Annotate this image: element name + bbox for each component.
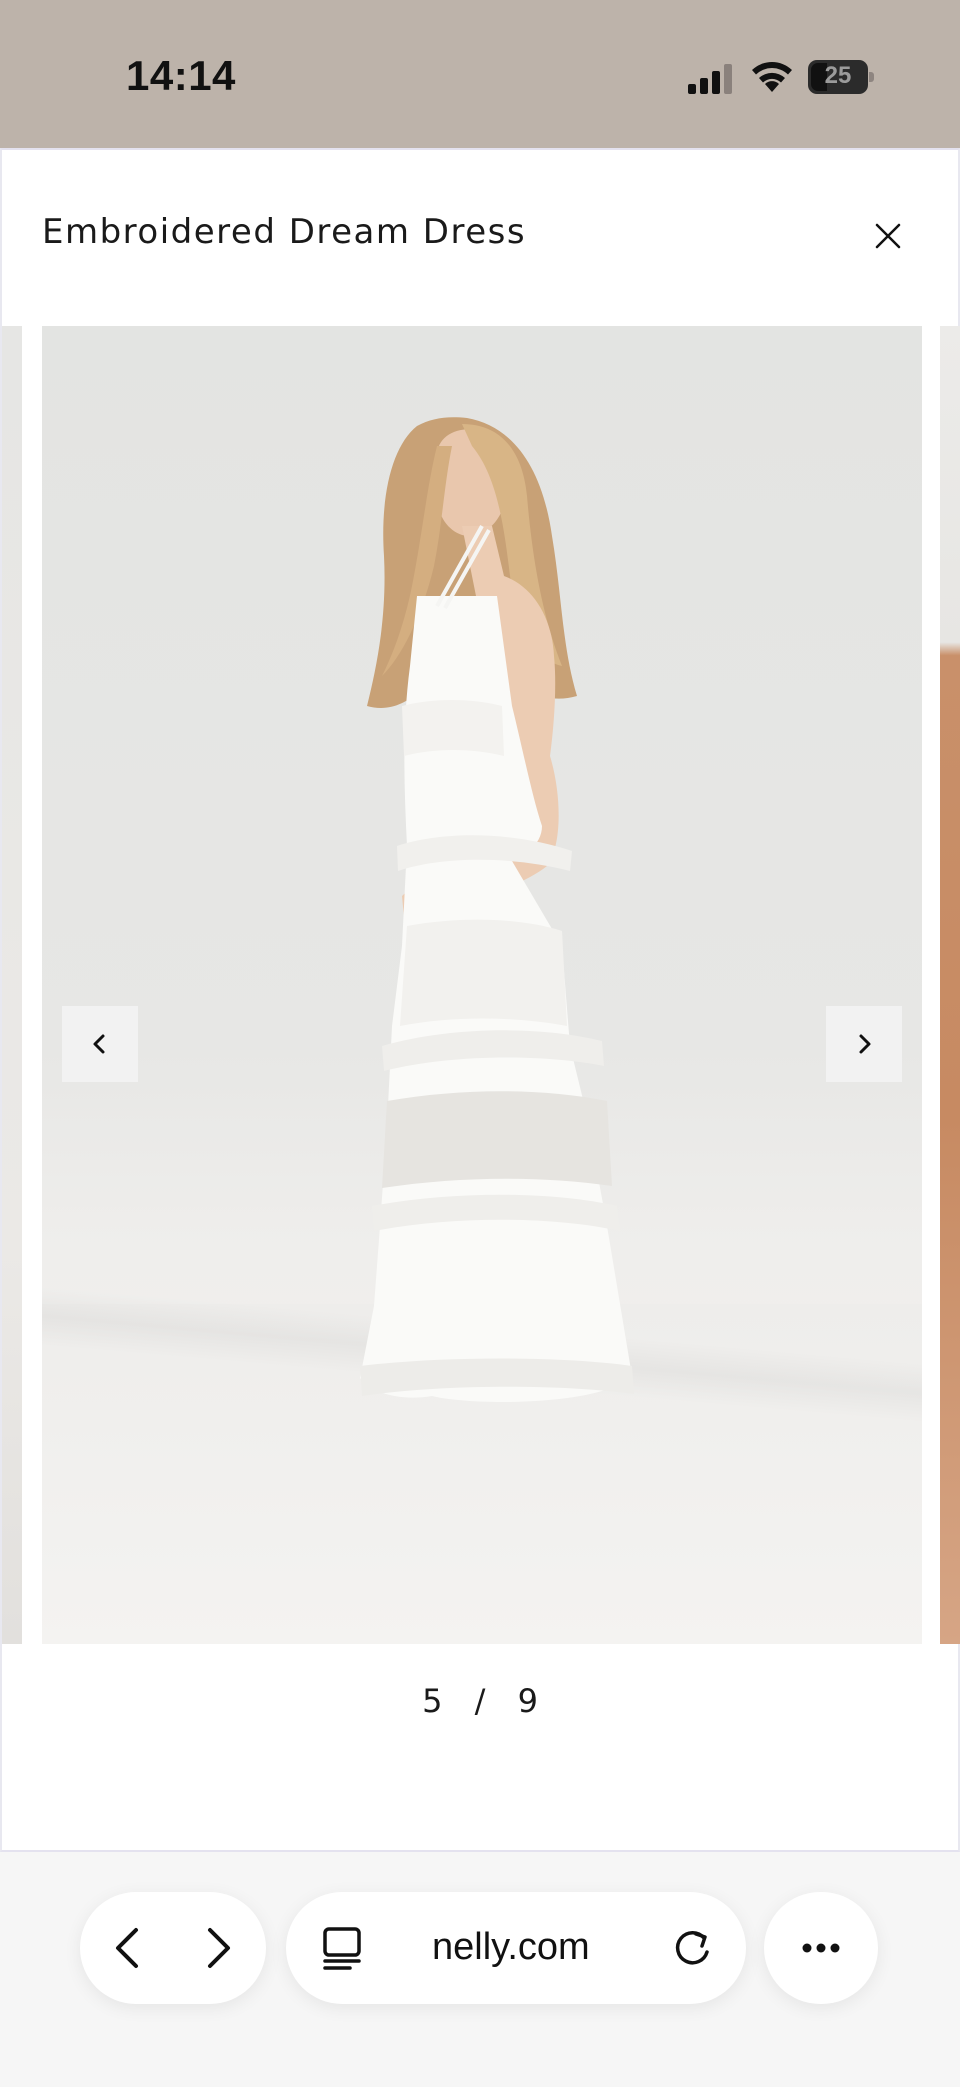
previous-image-button[interactable]	[62, 1006, 138, 1082]
close-button[interactable]	[868, 216, 908, 256]
wifi-icon	[752, 62, 792, 92]
more-options-pill	[764, 1892, 878, 2004]
forward-icon	[208, 1928, 230, 1968]
current-image-number: 5	[422, 1682, 445, 1720]
navigation-pill	[80, 1892, 266, 2004]
chevron-left-icon	[93, 1034, 105, 1054]
tabs-icon	[323, 1927, 361, 1970]
image-carousel[interactable]	[2, 326, 960, 1644]
back-button[interactable]	[98, 1916, 162, 1980]
forward-button[interactable]	[184, 1916, 248, 1980]
reload-button[interactable]	[666, 1922, 718, 1974]
signal-icon	[688, 64, 732, 94]
product-gallery-modal: Embroidered Dream Dress 5 / 9	[0, 148, 960, 1852]
next-image-button[interactable]	[826, 1006, 902, 1082]
chevron-right-icon	[859, 1034, 871, 1054]
tabs-button[interactable]	[316, 1922, 368, 1974]
more-icon	[802, 1943, 840, 1953]
previous-slide-peek	[2, 326, 22, 1644]
status-time: 14:14	[126, 52, 236, 99]
browser-toolbar: nelly.com	[0, 1852, 960, 2087]
product-photo[interactable]	[42, 326, 922, 1644]
reload-icon	[675, 1931, 709, 1965]
url-text[interactable]: nelly.com	[432, 1926, 590, 1969]
close-icon	[875, 223, 901, 249]
image-counter: 5 / 9	[2, 1682, 960, 1720]
total-image-count: 9	[517, 1682, 540, 1720]
counter-separator: /	[474, 1682, 488, 1720]
back-icon	[116, 1928, 138, 1968]
battery-icon: 25	[808, 60, 874, 94]
more-options-button[interactable]	[789, 1916, 853, 1980]
next-slide-peek	[940, 326, 960, 1644]
battery-level: 25	[824, 62, 852, 89]
model-figure	[360, 417, 634, 1402]
address-bar[interactable]: nelly.com	[286, 1892, 746, 2004]
status-bar: 14:14 25	[0, 0, 960, 148]
modal-title: Embroidered Dream Dress	[42, 212, 527, 252]
